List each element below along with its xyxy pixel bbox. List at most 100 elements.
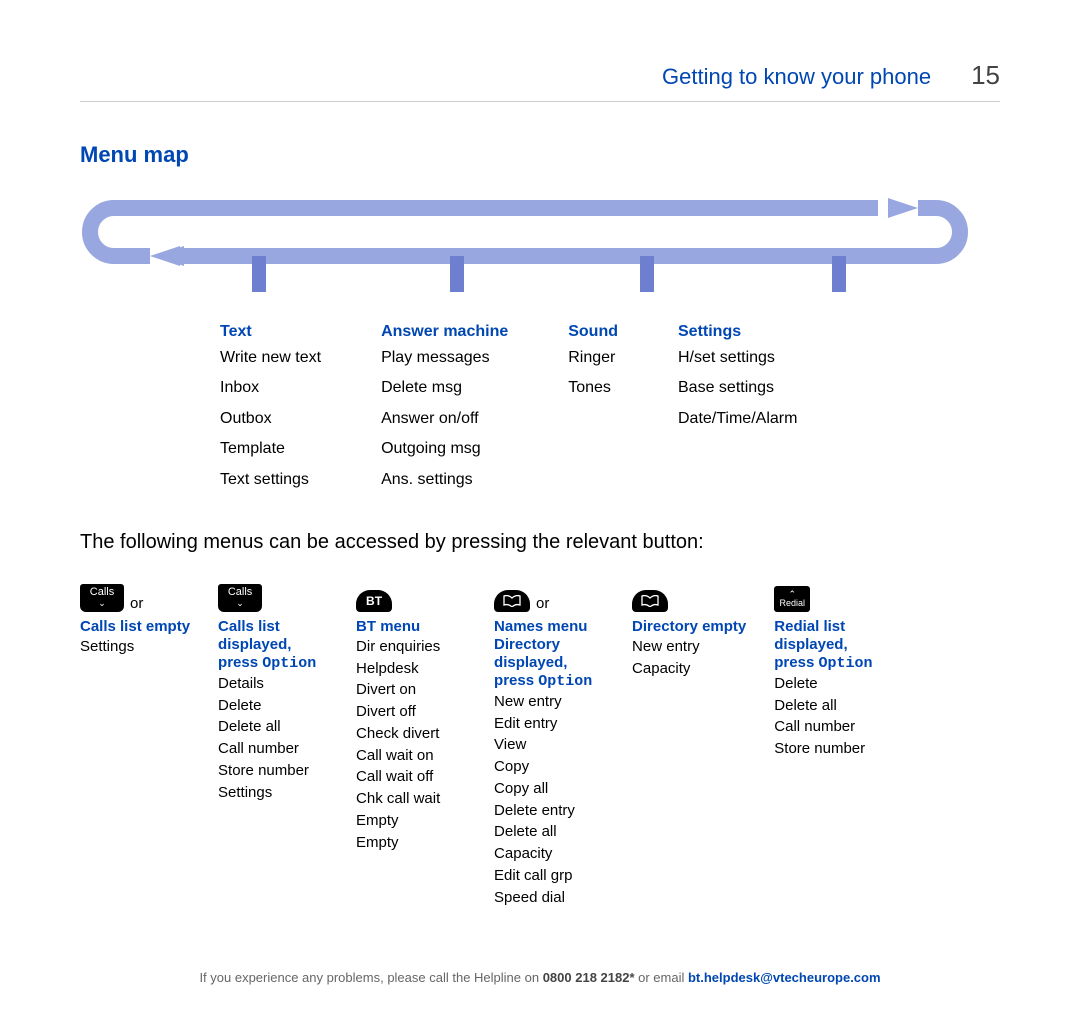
- redial-button-icon: ⌃ Redial: [774, 586, 810, 612]
- menu-item: Write new text: [220, 343, 321, 373]
- calls-button-label: Calls: [90, 587, 114, 598]
- menu-col-sound: Sound Ringer Tones: [568, 323, 618, 495]
- list-item: New entry: [632, 636, 746, 658]
- col-head-line: Directory: [494, 636, 560, 653]
- list-item: Delete: [218, 695, 328, 717]
- list-item: New entry: [494, 691, 604, 713]
- calls-button-icon: Calls ⌄: [218, 584, 262, 612]
- list-item: Capacity: [494, 843, 604, 865]
- list-item: Check divert: [356, 723, 466, 745]
- list-item: Helpdesk: [356, 658, 466, 680]
- col-head-line: displayed,: [218, 636, 291, 653]
- col-head: Redial list displayed, press Option: [774, 618, 884, 673]
- list-item: Delete: [774, 673, 884, 695]
- list-item: Copy: [494, 756, 604, 778]
- book-button-icon: [494, 590, 530, 612]
- menu-map-graphic: [80, 198, 1000, 313]
- list-item: Empty: [356, 810, 466, 832]
- button-menu-row: Calls ⌄ or Calls list empty Settings Cal…: [80, 582, 1000, 909]
- list-item: Delete all: [774, 695, 884, 717]
- menu-item: Ringer: [568, 343, 618, 373]
- list-item: Settings: [218, 782, 328, 804]
- col-head-line: press: [218, 654, 262, 671]
- menu-item: Tones: [568, 373, 618, 403]
- list-item: Delete entry: [494, 800, 604, 822]
- col-bt-menu: BT BT menu Dir enquiries Helpdesk Divert…: [356, 582, 466, 854]
- col-head: Calls list empty: [80, 618, 190, 636]
- list-item: Store number: [218, 760, 328, 782]
- header-rule: [80, 101, 1000, 102]
- list-item: Divert on: [356, 679, 466, 701]
- calls-button-label: Calls: [228, 587, 252, 598]
- menu-item: Answer on/off: [381, 404, 508, 434]
- footer: If you experience any problems, please c…: [0, 970, 1080, 985]
- calls-button-icon: Calls ⌄: [80, 584, 124, 612]
- book-icon: [641, 595, 659, 607]
- menu-item: Outbox: [220, 404, 321, 434]
- col-names-menu: or Names menu Directory displayed, press…: [494, 582, 604, 909]
- book-icon: [503, 595, 521, 607]
- col-calls-empty: Calls ⌄ or Calls list empty Settings: [80, 582, 190, 658]
- list-item: Divert off: [356, 701, 466, 723]
- chevron-down-icon: ⌄: [236, 599, 244, 608]
- footer-phone: 0800 218 2182*: [543, 970, 635, 985]
- list-item: Capacity: [632, 658, 746, 680]
- list-item: Speed dial: [494, 887, 604, 909]
- list-item: Delete all: [218, 716, 328, 738]
- col-head: BT menu: [356, 618, 466, 636]
- list-item: Delete all: [494, 821, 604, 843]
- menu-col-head: Sound: [568, 323, 618, 341]
- menu-col-head: Text: [220, 323, 321, 341]
- list-item: Dir enquiries: [356, 636, 466, 658]
- list-item: Store number: [774, 738, 884, 760]
- menu-item: Delete msg: [381, 373, 508, 403]
- col-head: Directory empty: [632, 618, 746, 636]
- menu-item: Play messages: [381, 343, 508, 373]
- col-head-line: press: [774, 654, 818, 671]
- menu-col-head: Answer machine: [381, 323, 508, 341]
- body-text: The following menus can be accessed by p…: [80, 531, 1000, 554]
- bt-button-label: BT: [366, 594, 382, 608]
- menu-col-answer: Answer machine Play messages Delete msg …: [381, 323, 508, 495]
- col-head-line: Names menu: [494, 618, 587, 635]
- list-item: Edit call grp: [494, 865, 604, 887]
- menu-col-text: Text Write new text Inbox Outbox Templat…: [220, 323, 321, 495]
- col-head-line: Calls list: [218, 618, 280, 635]
- menu-item: Ans. settings: [381, 465, 508, 495]
- footer-text: or email: [635, 970, 688, 985]
- menu-col-head: Settings: [678, 323, 797, 341]
- menu-item: H/set settings: [678, 343, 797, 373]
- col-calls-list: Calls ⌄ Calls list displayed, press Opti…: [218, 582, 328, 804]
- col-redial-list: ⌃ Redial Redial list displayed, press Op…: [774, 582, 884, 760]
- menu-item: Outgoing msg: [381, 434, 508, 464]
- footer-text: If you experience any problems, please c…: [199, 970, 542, 985]
- book-button-icon: [632, 590, 668, 612]
- list-item: Call wait on: [356, 745, 466, 767]
- list-item: View: [494, 734, 604, 756]
- list-item: Call number: [218, 738, 328, 760]
- col-head-line: displayed,: [494, 654, 567, 671]
- list-item: Chk call wait: [356, 788, 466, 810]
- section-title: Menu map: [80, 142, 1000, 168]
- redial-button-label: Redial: [780, 599, 806, 608]
- col-directory-empty: Directory empty New entry Capacity: [632, 582, 746, 680]
- list-item: Call wait off: [356, 766, 466, 788]
- menu-col-settings: Settings H/set settings Base settings Da…: [678, 323, 797, 495]
- col-head-line: displayed,: [774, 636, 847, 653]
- list-item: Copy all: [494, 778, 604, 800]
- bt-button-icon: BT: [356, 590, 392, 612]
- or-text: or: [130, 595, 143, 612]
- col-head-line: Redial list: [774, 618, 845, 635]
- col-head: Names menu Directory displayed, press Op…: [494, 618, 604, 691]
- or-text: or: [536, 595, 549, 612]
- col-head-line: press: [494, 672, 538, 689]
- list-item: Settings: [80, 636, 190, 658]
- chapter-title: Getting to know your phone: [662, 64, 931, 90]
- page-number: 15: [971, 60, 1000, 91]
- chevron-down-icon: ⌄: [98, 599, 106, 608]
- col-head-mono: Option: [538, 673, 592, 690]
- menu-item: Base settings: [678, 373, 797, 403]
- footer-email: bt.helpdesk@vtecheurope.com: [688, 970, 881, 985]
- menu-item: Inbox: [220, 373, 321, 403]
- list-item: Call number: [774, 716, 884, 738]
